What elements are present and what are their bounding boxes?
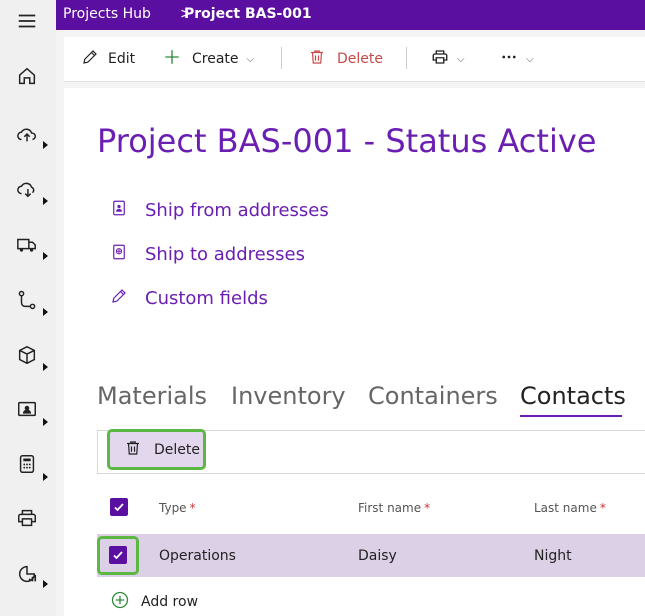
- contacts-delete-button[interactable]: Delete: [107, 429, 206, 470]
- column-header-last-name[interactable]: Last name *: [534, 501, 606, 515]
- column-header-label: First name: [358, 501, 422, 515]
- address-book-icon: [110, 199, 145, 222]
- required-marker: *: [424, 501, 431, 515]
- globe-book-icon: [110, 243, 145, 266]
- row-select-checkbox[interactable]: [109, 546, 127, 564]
- chevron-down-icon: ⌵: [457, 53, 465, 65]
- rail-expand-caret-icon: [43, 418, 48, 426]
- command-toolbar: Edit Create ⌵ Delete ⌵ ⌵: [64, 37, 645, 82]
- ship-from-addresses-label: Ship from addresses: [145, 199, 329, 221]
- ship-from-addresses-link[interactable]: Ship from addresses: [110, 198, 329, 222]
- printer-icon: [431, 48, 449, 70]
- select-all-checkbox[interactable]: [110, 498, 128, 516]
- calculator-icon[interactable]: [14, 451, 40, 477]
- checkmark-icon: [113, 498, 125, 517]
- plus-icon: [163, 48, 181, 70]
- more-options-button[interactable]: ⌵: [500, 37, 534, 81]
- add-circle-icon: [110, 590, 141, 614]
- tab-inventory[interactable]: Inventory: [231, 382, 346, 410]
- edit-label: Edit: [108, 51, 136, 67]
- printer-icon[interactable]: [14, 505, 40, 531]
- top-breadcrumb-bar: Projects Hub > Project BAS-001: [56, 0, 645, 30]
- ellipsis-icon: [500, 48, 518, 70]
- column-header-label: Type: [159, 501, 187, 515]
- tab-contacts[interactable]: Contacts: [520, 382, 626, 410]
- analytics-icon[interactable]: [14, 561, 40, 587]
- chevron-down-icon: ⌵: [526, 53, 534, 65]
- tab-materials[interactable]: Materials: [97, 382, 207, 410]
- contacts-grid-header: Type * First name * Last name *: [97, 490, 645, 526]
- column-header-first-name[interactable]: First name *: [358, 501, 430, 515]
- trash-icon: [308, 48, 326, 70]
- add-row-button[interactable]: Add row: [110, 590, 198, 614]
- add-row-label: Add row: [141, 594, 199, 610]
- breadcrumb-current-project: Project BAS-001: [184, 6, 312, 22]
- rail-expand-caret-icon: [43, 363, 48, 371]
- flow-connector-icon[interactable]: [14, 287, 40, 313]
- left-nav-rail: [0, 0, 56, 616]
- toolbar-divider: [406, 47, 407, 69]
- rail-expand-caret-icon: [43, 308, 48, 316]
- checkmark-icon: [112, 546, 124, 565]
- custom-fields-link[interactable]: Custom fields: [110, 286, 268, 310]
- toolbar-divider: [281, 47, 282, 69]
- rail-expand-caret-icon: [43, 473, 48, 481]
- chevron-down-icon: ⌵: [246, 53, 255, 65]
- print-button[interactable]: ⌵: [431, 37, 465, 81]
- cell-last-name[interactable]: Night: [534, 548, 572, 564]
- edit-button[interactable]: Edit: [81, 37, 135, 81]
- rail-expand-caret-icon: [43, 141, 48, 149]
- home-icon[interactable]: [14, 63, 40, 89]
- cell-type[interactable]: Operations: [159, 548, 236, 564]
- rail-expand-caret-icon: [43, 580, 48, 588]
- column-header-label: Last name: [534, 501, 597, 515]
- pencil-icon: [110, 287, 145, 310]
- delete-label: Delete: [337, 51, 383, 67]
- trash-icon: [124, 439, 154, 461]
- contacts-delete-label: Delete: [154, 441, 200, 458]
- table-row[interactable]: Operations Daisy Night: [97, 534, 645, 577]
- required-marker: *: [189, 501, 196, 515]
- ship-to-addresses-link[interactable]: Ship to addresses: [110, 242, 305, 266]
- pencil-icon: [81, 48, 99, 70]
- ship-to-addresses-label: Ship to addresses: [145, 243, 305, 265]
- create-label: Create: [192, 51, 239, 67]
- download-icon[interactable]: [14, 176, 40, 202]
- hamburger-menu-icon[interactable]: [14, 8, 40, 34]
- delete-button[interactable]: Delete: [308, 37, 383, 81]
- rail-expand-caret-icon: [43, 252, 48, 260]
- truck-icon[interactable]: [14, 232, 40, 258]
- cell-first-name[interactable]: Daisy: [358, 548, 397, 564]
- rail-expand-caret-icon: [43, 197, 48, 205]
- create-button[interactable]: Create ⌵: [163, 37, 254, 81]
- custom-fields-label: Custom fields: [145, 287, 268, 309]
- required-marker: *: [599, 501, 606, 515]
- column-header-type[interactable]: Type *: [159, 501, 196, 515]
- package-icon[interactable]: [14, 342, 40, 368]
- row-checkbox-highlight: [97, 536, 139, 575]
- breadcrumb-hub-link[interactable]: Projects Hub: [63, 6, 151, 22]
- contact-card-icon[interactable]: [14, 396, 40, 422]
- page-title: Project BAS-001 - Status Active: [97, 122, 597, 160]
- upload-icon[interactable]: [14, 121, 40, 147]
- active-tab-indicator: [520, 415, 622, 417]
- tab-containers[interactable]: Containers: [368, 382, 498, 410]
